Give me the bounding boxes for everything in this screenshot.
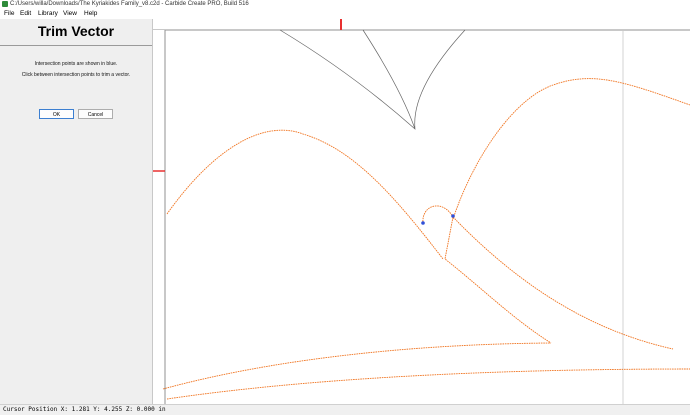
status-bar: Cursor Position X: 1.281 Y: 4.255 Z: 0.0…	[0, 404, 690, 414]
right-hill-vector[interactable]	[452, 78, 690, 220]
bottom-swoop-vector[interactable]	[166, 368, 690, 400]
carbide-create-app-icon	[2, 1, 8, 7]
menu-file[interactable]: File	[3, 9, 15, 19]
design-canvas[interactable]	[153, 19, 690, 404]
ok-button[interactable]: OK	[39, 109, 74, 119]
trim-vector-panel: Trim Vector Intersection points are show…	[0, 19, 153, 404]
instruction-line-2: Click between intersection points to tri…	[21, 72, 131, 78]
menu-view[interactable]: View	[62, 9, 78, 19]
small-loop-vector[interactable]	[422, 205, 454, 225]
title-bar: C:/Users/willa/Downloads/The Kyriakides …	[0, 0, 690, 9]
left-hill-vector[interactable]	[166, 129, 444, 260]
menu-help[interactable]: Help	[83, 9, 98, 19]
vertical-ruler	[153, 30, 165, 404]
instruction-line-1: Intersection points are shown in blue.	[34, 61, 118, 67]
intersection-point-left[interactable]	[421, 221, 425, 225]
cancel-button[interactable]: Cancel	[78, 109, 113, 119]
canvas-svg[interactable]	[153, 19, 690, 404]
horizontal-ruler	[153, 19, 690, 30]
lower-swoop-vector[interactable]	[162, 342, 552, 390]
center-spike-vector[interactable]	[444, 216, 552, 344]
right-swoop-vector[interactable]	[452, 216, 674, 350]
panel-title: Trim Vector	[37, 23, 115, 39]
window-title: C:/Users/willa/Downloads/The Kyriakides …	[10, 1, 249, 7]
panel-divider	[0, 45, 152, 46]
intersection-point-right[interactable]	[451, 214, 455, 218]
menu-bar: File Edit Library View Help	[0, 9, 690, 19]
gray-vector-shape[interactable]	[279, 29, 466, 130]
menu-edit[interactable]: Edit	[19, 9, 32, 19]
menu-library[interactable]: Library	[37, 9, 59, 19]
